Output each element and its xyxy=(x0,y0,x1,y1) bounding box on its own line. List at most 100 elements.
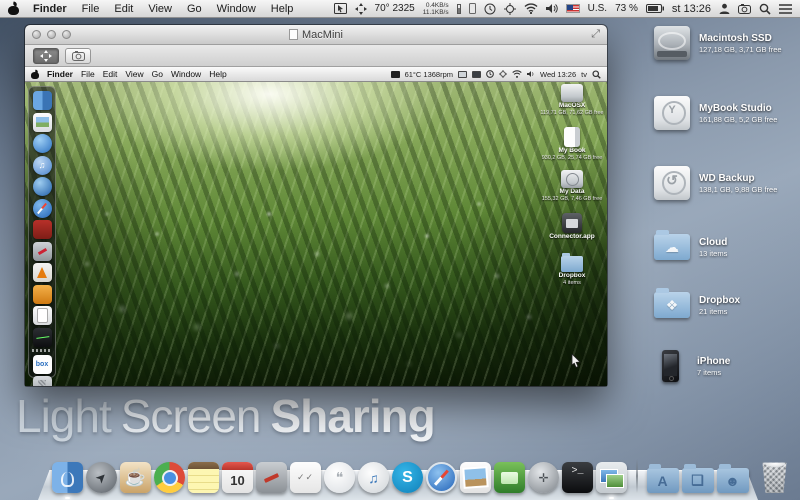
remote-dock-handbrake-icon[interactable] xyxy=(33,242,52,261)
remote-dock-itunes-icon[interactable]: ♫ xyxy=(33,156,52,175)
remote-user-label[interactable]: tv xyxy=(581,70,587,79)
menu-go[interactable]: Go xyxy=(187,3,202,15)
remote-menu-go[interactable]: Go xyxy=(152,69,163,79)
input-source-label[interactable]: U.S. xyxy=(588,3,607,14)
camera-timer-icon[interactable] xyxy=(738,4,751,14)
menu-clock[interactable]: st 13:26 xyxy=(672,3,711,15)
remote-dock-activity-monitor-icon[interactable] xyxy=(33,328,52,347)
dock-users-folder-icon[interactable]: ☻ xyxy=(717,468,749,493)
remote-desktop-icon-column: MacOSX 119,71 GB, 71,62 GB free My Book … xyxy=(539,84,605,299)
remote-icon-my-data[interactable]: My Data 155,32 GB, 7,46 GB free xyxy=(539,170,605,213)
menu-finder[interactable]: Finder xyxy=(33,3,67,15)
istat-temp-fan[interactable]: 70° 2325 xyxy=(375,3,415,14)
remote-wifi-icon[interactable] xyxy=(512,70,522,78)
remote-icon-dropbox[interactable]: Dropbox 4 items xyxy=(539,256,605,299)
dock-safari-icon[interactable] xyxy=(426,462,457,493)
remote-dropbox-folder-icon xyxy=(561,256,583,272)
dock-notes-icon[interactable] xyxy=(188,462,219,493)
remote-desktop[interactable]: ♫ box MacOSX 119,71 GB, 71,62 GB free xyxy=(25,82,607,386)
scale-display-button[interactable] xyxy=(33,48,59,64)
remote-dock-vlc-icon[interactable] xyxy=(33,263,52,282)
remote-dock-finder-icon[interactable] xyxy=(33,91,52,110)
remote-screen-icon[interactable] xyxy=(458,71,467,78)
memory-bar-icon[interactable] xyxy=(457,4,461,14)
apple-menu-icon[interactable] xyxy=(8,2,19,15)
time-machine-drive-icon xyxy=(654,166,690,200)
remote-dock-browser-icon[interactable] xyxy=(33,177,52,196)
window-title-bar[interactable]: MacMini ⤢ xyxy=(25,25,607,45)
dock-messages-icon[interactable] xyxy=(324,462,355,493)
desktop-icon-cloud[interactable]: ☁ Cloud 13 items xyxy=(654,234,796,260)
battery-icon[interactable] xyxy=(646,4,664,13)
volume-icon[interactable] xyxy=(546,3,558,14)
dock-finder-icon[interactable] xyxy=(52,462,83,493)
dock-reminders-icon[interactable] xyxy=(290,462,321,493)
remote-clock-text[interactable]: Wed 13:26 xyxy=(540,70,576,79)
remote-spotlight-icon[interactable] xyxy=(592,70,601,79)
hero-word-light: Light xyxy=(16,390,111,442)
dock-espresso-icon[interactable] xyxy=(120,462,151,493)
clock-icon[interactable] xyxy=(484,3,496,15)
remote-icon-connector-app[interactable]: Connector.app xyxy=(539,213,605,256)
dock-screen-sharing-icon[interactable] xyxy=(596,462,627,493)
user-account-icon[interactable] xyxy=(719,3,730,14)
remote-display-menu-icon[interactable] xyxy=(391,71,400,78)
dock-metal-utility-icon[interactable] xyxy=(528,462,559,493)
remote-dock-quicktime-icon[interactable] xyxy=(33,134,52,153)
dock-itunes-icon[interactable] xyxy=(358,462,389,493)
remote-dock-trash-icon[interactable] xyxy=(33,376,52,386)
compress-arrows-icon[interactable] xyxy=(355,3,367,15)
dock-calendar-icon[interactable]: 10 xyxy=(222,462,253,493)
dock-utility-icon[interactable] xyxy=(256,462,287,493)
remote-screen-icon-2[interactable] xyxy=(472,71,481,78)
remote-dock-ipod-icon[interactable] xyxy=(33,306,52,325)
desktop-icon-wd-backup[interactable]: WD Backup 138,1 GB, 9,88 GB free xyxy=(654,166,796,200)
menu-file[interactable]: File xyxy=(82,3,100,15)
remote-location-icon[interactable] xyxy=(499,70,507,78)
dock-chrome-icon[interactable] xyxy=(154,462,185,493)
dock-documents-folder-icon[interactable]: ❏ xyxy=(682,468,714,493)
remote-dock-safari-icon[interactable] xyxy=(33,199,52,218)
screen-sharing-cursor-icon[interactable] xyxy=(334,3,347,14)
remote-menu-file[interactable]: File xyxy=(81,69,95,79)
dock-trash-icon[interactable] xyxy=(760,460,790,493)
wifi-icon[interactable] xyxy=(524,3,538,14)
remote-dock-box-icon[interactable]: box xyxy=(33,355,52,374)
desktop-icon-dropbox[interactable]: ❖ Dropbox 21 items xyxy=(654,292,796,318)
remote-dock-preview-icon[interactable] xyxy=(33,113,52,132)
remote-icon-my-book[interactable]: My Book 930,2 GB, 25,74 GB free xyxy=(539,127,605,170)
remote-icon-macosx[interactable]: MacOSX 119,71 GB, 71,62 GB free xyxy=(539,84,605,127)
device-status-icon[interactable] xyxy=(469,3,476,14)
desktop-icon-iphone[interactable]: iPhone 7 items xyxy=(654,350,796,382)
fullscreen-icon[interactable]: ⤢ xyxy=(591,28,600,41)
remote-menu-window[interactable]: Window xyxy=(171,69,201,79)
dock-skype-icon[interactable]: S xyxy=(392,462,423,493)
location-crosshair-icon[interactable] xyxy=(504,3,516,15)
network-speed-indicator[interactable]: 0.4KB/s 11.1KB/s xyxy=(423,2,449,16)
remote-menu-edit[interactable]: Edit xyxy=(103,69,118,79)
remote-dock-toast-icon[interactable] xyxy=(33,285,52,304)
notification-center-icon[interactable] xyxy=(779,4,792,14)
remote-dock-frontrow-icon[interactable] xyxy=(33,220,52,239)
dock-preview-icon[interactable] xyxy=(460,462,491,493)
input-source-flag-icon[interactable] xyxy=(566,4,580,13)
remote-menu-help[interactable]: Help xyxy=(209,69,226,79)
remote-menu-finder[interactable]: Finder xyxy=(47,69,73,79)
remote-drive-icon xyxy=(561,84,583,102)
dock-launchpad-icon[interactable] xyxy=(86,462,117,493)
remote-apple-menu-icon[interactable] xyxy=(31,70,39,79)
dock-green-app-icon[interactable] xyxy=(494,462,525,493)
desktop-icon-mybook-studio[interactable]: MyBook Studio 161,88 GB, 5,2 GB free xyxy=(654,96,796,130)
menu-window[interactable]: Window xyxy=(217,3,256,15)
screenshot-button[interactable] xyxy=(65,48,91,64)
dock-applications-folder-icon[interactable]: A xyxy=(647,468,679,493)
menu-edit[interactable]: Edit xyxy=(114,3,133,15)
spotlight-search-icon[interactable] xyxy=(759,3,771,15)
desktop-icon-macintosh-ssd[interactable]: Macintosh SSD 127,18 GB, 3,71 GB free xyxy=(654,26,796,60)
menu-help[interactable]: Help xyxy=(271,3,294,15)
remote-clock-icon[interactable] xyxy=(486,70,494,78)
menu-view[interactable]: View xyxy=(148,3,172,15)
remote-volume-icon[interactable] xyxy=(527,70,535,78)
remote-menu-view[interactable]: View xyxy=(125,69,143,79)
dock-terminal-icon[interactable]: >_ xyxy=(562,462,593,493)
